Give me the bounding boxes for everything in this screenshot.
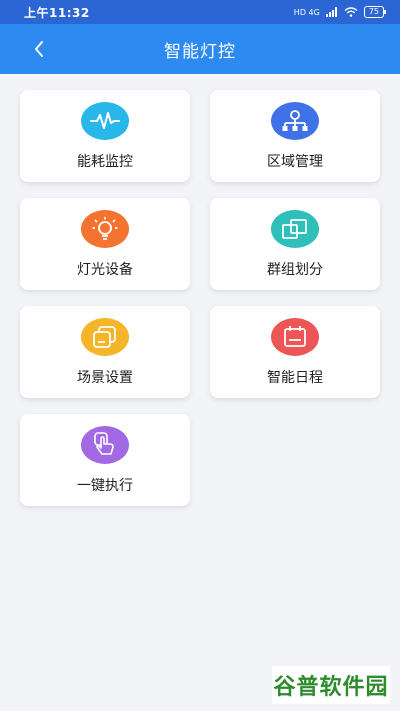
tap-hand-icon [94, 432, 114, 455]
menu-card-icon-bg [271, 210, 319, 248]
menu-card-one-click-execute[interactable]: 一键执行 [20, 414, 190, 506]
group-squares-icon [282, 219, 307, 239]
scene-layers-icon [93, 326, 116, 348]
watermark-logo: 谷普软件园 [272, 666, 390, 704]
app-header: 智能灯控 [0, 24, 400, 74]
menu-card-icon-bg [81, 426, 129, 464]
network-label: HD 4G [293, 7, 320, 17]
menu-card-group-division[interactable]: 群组划分 [210, 198, 380, 290]
lightbulb-icon [92, 217, 118, 240]
menu-card-area-management[interactable]: 区域管理 [210, 90, 380, 182]
battery-indicator: 75 [363, 6, 387, 18]
menu-card-icon-bg [81, 210, 129, 248]
menu-card-energy-monitoring[interactable]: 能耗监控 [20, 90, 190, 182]
menu-card-label: 区域管理 [267, 154, 323, 170]
status-bar: 上午11:32 HD 4G 75 [0, 0, 400, 24]
menu-card-label: 能耗监控 [77, 154, 133, 170]
menu-card-label: 智能日程 [267, 370, 323, 386]
menu-card-scene-settings[interactable]: 场景设置 [20, 306, 190, 398]
menu-card-label: 群组划分 [267, 262, 323, 278]
menu-card-icon-bg [81, 318, 129, 356]
page-title: 智能灯控 [164, 42, 236, 62]
menu-card-lighting-devices[interactable]: 灯光设备 [20, 198, 190, 290]
menu-card-label: 一键执行 [77, 478, 133, 494]
signal-icon [325, 7, 337, 17]
wifi-icon [344, 7, 358, 17]
network-icon [282, 110, 308, 131]
status-indicators: HD 4G 75 [293, 5, 387, 19]
menu-card-label: 场景设置 [77, 370, 133, 386]
calendar-icon [284, 326, 306, 347]
menu-card-icon-bg [271, 102, 319, 140]
menu-card-icon-bg [81, 102, 129, 140]
menu-card-smart-schedule[interactable]: 智能日程 [210, 306, 380, 398]
menu-card-icon-bg [271, 318, 319, 356]
status-time: 上午11:32 [24, 6, 90, 20]
pulse-icon [90, 112, 120, 129]
menu-card-label: 灯光设备 [77, 262, 133, 278]
